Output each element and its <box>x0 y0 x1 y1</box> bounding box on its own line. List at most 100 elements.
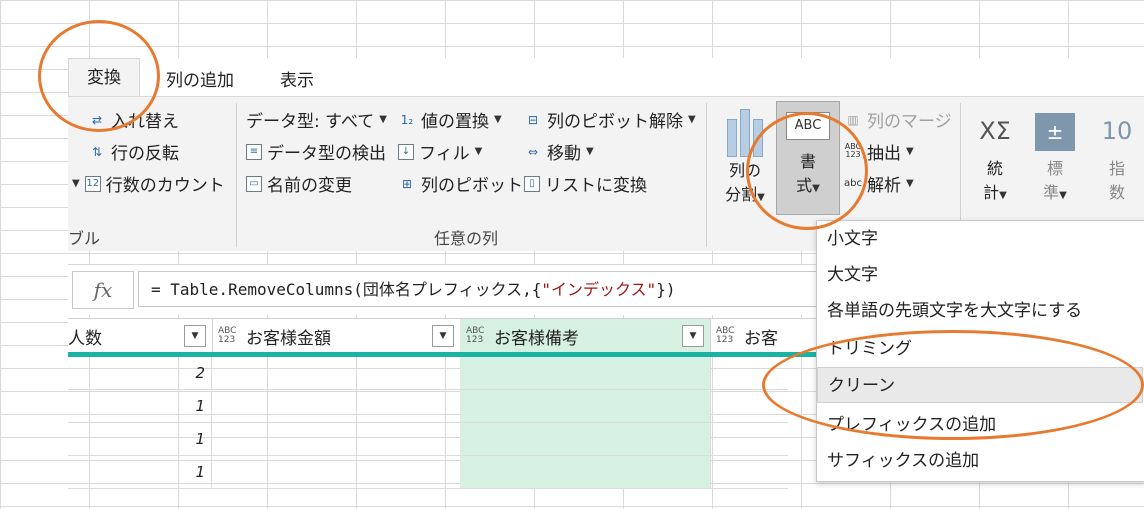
replace-values-label: 値の置換 <box>421 112 489 132</box>
formula-string: "インデックス" <box>541 280 657 299</box>
transpose-label: 入れ替え <box>111 112 179 132</box>
menu-item-clean[interactable]: クリーン <box>817 367 1143 403</box>
unpivot-columns-button[interactable]: ⊟ 列のピボット解除 ▼ <box>524 107 696 132</box>
cell-amount[interactable] <box>212 390 461 422</box>
cell-notes[interactable] <box>460 423 711 455</box>
move-button[interactable]: ⇔ 移動 ▼ <box>524 139 594 164</box>
replace-values-button[interactable]: 1₂ 値の置換 ▼ <box>398 107 502 132</box>
column-header-count[interactable]: 人数 ▼ <box>68 319 213 353</box>
fx-button[interactable]: fx <box>72 271 134 309</box>
cell-notes[interactable] <box>460 390 711 422</box>
formula-text: = Table.RemoveColumns(団体名プレフィックス,{ <box>151 280 542 299</box>
menu-item-add-suffix[interactable]: サフィックスの追加 <box>817 443 1143 479</box>
cell-count[interactable]: 1 <box>68 423 212 455</box>
group-label-any-column: 任意の列 <box>434 229 499 248</box>
menu-item-capitalize-each-word[interactable]: 各単語の先頭文字を大文字にする <box>817 293 1143 329</box>
rename-button[interactable]: ▭ 名前の変更 <box>246 171 352 196</box>
cell-amount[interactable] <box>212 423 461 455</box>
pivot-column-button[interactable]: ⊞ 列のピボット <box>398 171 523 196</box>
detect-type-icon: ≡ <box>246 143 262 160</box>
fill-label: フィル <box>419 144 470 164</box>
reverse-rows-icon: ⇅ <box>91 144 103 159</box>
column-header-customer-notes[interactable]: ABC 123 お客様備考 ▼ <box>460 319 711 353</box>
fill-button[interactable]: ↓ フィル ▼ <box>398 139 482 164</box>
replace-values-icon: 1₂ <box>400 112 414 127</box>
transpose-button[interactable]: ⇄ 入れ替え <box>88 107 179 132</box>
extract-label: 抽出 <box>867 144 901 164</box>
table-row: 1 <box>68 423 788 456</box>
filter-dropdown-icon[interactable]: ▼ <box>184 325 206 347</box>
reverse-rows-button[interactable]: ⇅ 行の反転 <box>88 139 179 164</box>
tab-transform[interactable]: 変換 <box>68 58 140 97</box>
menu-item-add-prefix[interactable]: プレフィックスの追加 <box>817 407 1143 443</box>
cell-count[interactable]: 1 <box>68 456 212 488</box>
scientific-icon: 10 <box>1101 117 1133 145</box>
transpose-icon: ⇄ <box>91 112 103 127</box>
chevron-down-icon: ▼ <box>586 146 594 157</box>
standard-icon: ± <box>1035 113 1075 151</box>
unpivot-columns-label: 列のピボット解除 <box>547 112 683 132</box>
data-type-dropdown[interactable]: データ型: すべて ▼ <box>246 107 387 132</box>
chevron-down-icon: ▼ <box>906 146 914 157</box>
standard-button[interactable]: ± 標 準▼ <box>1030 107 1080 203</box>
cell-notes[interactable] <box>460 357 711 389</box>
merge-columns-icon: ▥ <box>847 112 859 127</box>
group-separator <box>706 103 707 247</box>
parse-button[interactable]: abc 解析 ▼ <box>844 171 914 196</box>
split-column-icon <box>718 107 772 157</box>
table-row: 1 <box>68 390 788 423</box>
convert-to-list-button[interactable]: ▯ リストに変換 <box>524 171 647 196</box>
move-label: 移動 <box>547 144 581 164</box>
cell-notes[interactable] <box>460 456 711 488</box>
convert-to-list-label: リストに変換 <box>545 176 647 196</box>
statistics-button[interactable]: XΣ 統 計▼ <box>970 107 1020 203</box>
fill-down-icon: ↓ <box>398 143 414 160</box>
scientific-button[interactable]: 10 指 数 <box>1092 107 1142 203</box>
ribbon-tabs: 変換 列の追加 表示 <box>68 58 1144 97</box>
filter-dropdown-icon[interactable]: ▼ <box>432 325 454 347</box>
column-header-customer-amount[interactable]: ABC 123 お客様金額 ▼ <box>212 319 461 353</box>
cell-count[interactable]: 1 <box>68 390 212 422</box>
cell-amount[interactable] <box>212 456 461 488</box>
split-column-label-line1: 列の <box>728 161 761 180</box>
column-header-label: 人数 <box>68 328 102 349</box>
cell-amount[interactable] <box>212 357 461 389</box>
detect-data-type-button[interactable]: ≡ データ型の検出 <box>246 139 386 164</box>
scientific-label-line1: 指 <box>1108 159 1125 178</box>
rename-label: 名前の変更 <box>267 176 352 196</box>
pivot-column-label: 列のピボット <box>421 176 523 196</box>
column-header-customer-more[interactable]: ABC 123 お客 <box>710 319 830 353</box>
cell-count[interactable]: 2 <box>68 357 212 389</box>
format-dropdown-menu: 小文字 大文字 各単語の先頭文字を大文字にする トリミング クリーン プレフィッ… <box>816 220 1144 482</box>
standard-label-line2: 準▼ <box>1043 183 1067 202</box>
column-header-label: お客様備考 <box>494 328 579 349</box>
count-rows-button[interactable]: ▼ 12 行数のカウント <box>72 171 225 196</box>
data-type-label: データ型: すべて <box>246 112 375 132</box>
merge-columns-button[interactable]: ▥ 列のマージ <box>844 107 951 132</box>
filter-dropdown-icon[interactable]: ▼ <box>682 325 704 347</box>
table-row: 2 <box>68 357 788 390</box>
formula-text-end: }) <box>656 280 676 299</box>
format-icon: ABC <box>786 112 830 140</box>
chevron-down-icon: ▼ <box>474 146 483 157</box>
tab-add-column[interactable]: 列の追加 <box>166 66 234 91</box>
standard-label-line1: 標 <box>1046 159 1063 178</box>
column-header-label: お客様金額 <box>246 328 331 349</box>
format-button[interactable]: ABC 書 式▼ <box>776 101 840 215</box>
extract-button[interactable]: ABC 123 抽出 ▼ <box>844 139 914 164</box>
statistics-icon: XΣ <box>979 117 1011 145</box>
menu-item-uppercase[interactable]: 大文字 <box>817 257 1143 293</box>
parse-icon: abc <box>844 177 862 189</box>
scientific-label-line2: 数 <box>1108 183 1125 202</box>
split-column-button[interactable]: 列の 分割▼ <box>718 107 772 205</box>
column-header-label: お客 <box>744 328 778 349</box>
extract-icon: ABC 123 <box>844 141 862 159</box>
split-column-label-line2: 分割▼ <box>725 185 765 204</box>
chevron-down-icon: ▼ <box>906 178 914 189</box>
group-separator <box>236 103 237 247</box>
chevron-down-icon: ▼ <box>379 114 387 125</box>
menu-item-trim[interactable]: トリミング <box>817 331 1143 367</box>
tab-view[interactable]: 表示 <box>280 66 314 91</box>
type-any-icon: ABC 123 <box>466 326 485 345</box>
menu-item-lowercase[interactable]: 小文字 <box>817 221 1143 257</box>
